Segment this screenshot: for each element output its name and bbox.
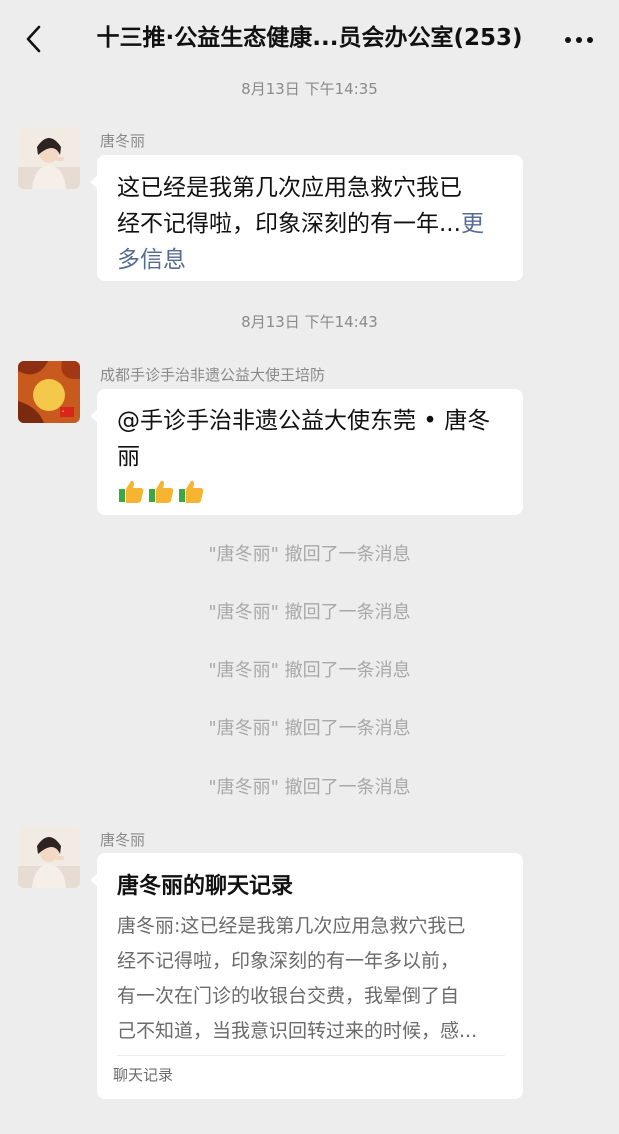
avatar[interactable] [18,826,80,888]
timestamp: 8月13日 下午14:43 [241,313,378,331]
chat-record-label: 聊天记录 [113,1066,174,1084]
chat-record-card[interactable]: 唐冬丽的聊天记录 唐冬丽:这已经是我第几次应用急救穴我已 经不记得啦，印象深刻的… [90,853,523,1099]
thumbs-up-icon [119,480,144,503]
back-button[interactable] [18,22,48,56]
more-dots-icon [565,37,593,43]
chat-title: 十三推·公益生态健康...员会办公室(253) [96,25,523,51]
more-info-link-cont[interactable]: 多信息 [117,242,503,278]
sender-name: 成都手诊手治非遗公益大使王培防 [100,366,326,384]
recall-notice: "唐冬丽" 撤回了一条消息 [208,544,411,565]
message-bubble[interactable]: @手诊手治非遗公益大使东莞 • 唐冬 丽 [90,389,523,515]
chat-record-preview: 唐冬丽:这已经是我第几次应用急救穴我已 经不记得啦，印象深刻的有一年多以前， 有… [117,915,478,1042]
recall-notice: "唐冬丽" 撤回了一条消息 [208,602,411,623]
chevron-left-icon [26,25,41,53]
recall-notice: "唐冬丽" 撤回了一条消息 [208,660,411,681]
top-bar: 十三推·公益生态健康...员会办公室(253) [0,0,619,76]
message-bubble[interactable]: 这已经是我第几次应用急救穴我已 经不记得啦，印象深刻的有一年...更 多信息 [90,155,523,281]
message-text: @手诊手治非遗公益大使东莞 • 唐冬 丽 [117,408,491,470]
recall-notice: "唐冬丽" 撤回了一条消息 [208,777,411,798]
more-button[interactable] [561,26,597,54]
timestamp: 8月13日 下午14:35 [241,80,378,98]
thumbs-up-icon [149,480,174,503]
avatar[interactable] [18,127,80,189]
avatar[interactable] [18,361,80,423]
message-text: 这已经是我第几次应用急救穴我已 经不记得啦，印象深刻的有一年...更 多信息 [117,170,503,278]
divider [117,1055,505,1056]
emoji-row [117,477,503,505]
thumbs-up-icon [179,480,204,503]
sender-name: 唐冬丽 [100,831,146,849]
chat-record-title: 唐冬丽的聊天记录 [117,874,294,899]
sender-name: 唐冬丽 [100,132,146,150]
more-info-link[interactable]: 更 [461,211,484,237]
recall-notice: "唐冬丽" 撤回了一条消息 [208,718,411,739]
